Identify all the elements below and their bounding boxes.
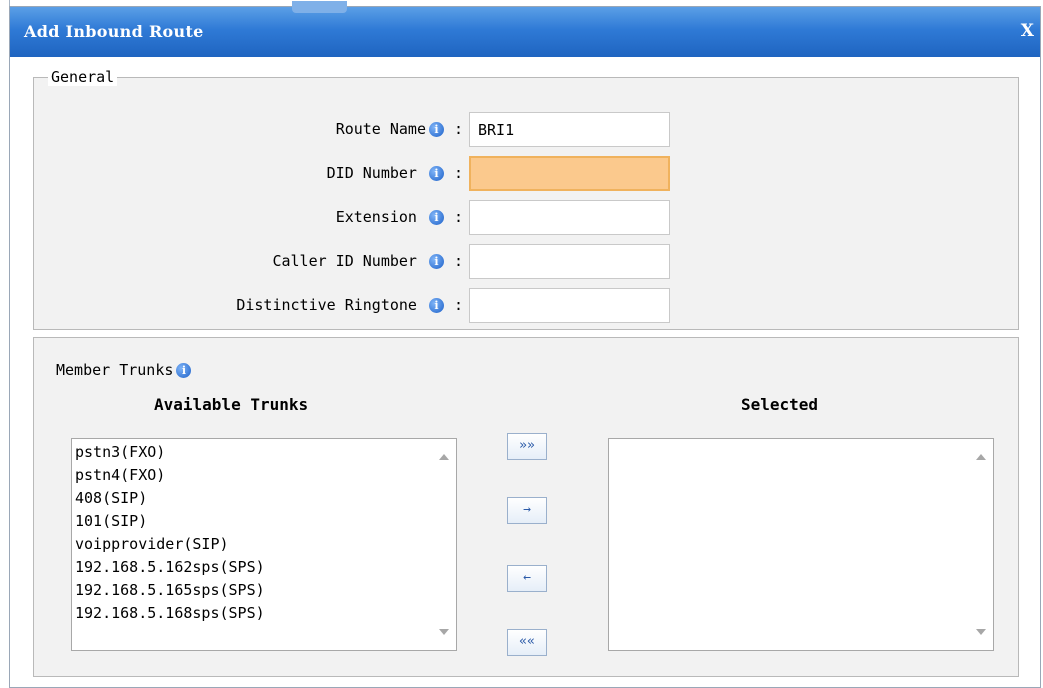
available-trunks-list[interactable]: pstn3(FXO) pstn4(FXO) 408(SIP) 101(SIP) … (71, 438, 457, 651)
scroll-up-arrow-icon[interactable] (439, 454, 449, 460)
list-item[interactable]: pstn4(FXO) (75, 464, 436, 487)
available-trunks-heading: Available Trunks (154, 395, 309, 414)
did-number-label: DID Number (326, 164, 417, 182)
title-tab-decoration (292, 1, 347, 13)
general-section: General Route Namei : DID Number i : Ext… (33, 68, 1019, 330)
colon: : (454, 164, 464, 182)
did-number-info-icon[interactable]: i (429, 166, 444, 181)
distinctive-ringtone-input[interactable] (469, 288, 670, 323)
list-item[interactable]: pstn3(FXO) (75, 441, 436, 464)
remove-one-button[interactable]: ← (507, 565, 547, 592)
add-all-button[interactable]: »» (507, 433, 547, 460)
list-item[interactable]: 192.168.5.165sps(SPS) (75, 579, 436, 602)
member-trunks-section: Member Trunks i Available Trunks Selected… (33, 337, 1019, 677)
selected-heading: Selected (741, 395, 819, 414)
list-item[interactable]: 101(SIP) (75, 510, 436, 533)
scroll-up-arrow-icon[interactable] (976, 454, 986, 460)
did-number-label-group: DID Number i (327, 164, 444, 182)
did-number-input[interactable] (469, 156, 670, 191)
distinctive-ringtone-info-icon[interactable]: i (429, 298, 444, 313)
extension-label: Extension (335, 208, 417, 226)
caller-id-number-row: Caller ID Number i : (34, 242, 1020, 280)
distinctive-ringtone-label: Distinctive Ringtone (236, 296, 417, 314)
list-item[interactable]: voipprovider(SIP) (75, 533, 436, 556)
route-name-label: Route Name (335, 120, 426, 138)
distinctive-ringtone-row: Distinctive Ringtone i : (34, 286, 1020, 324)
member-trunks-label: Member Trunks (56, 361, 174, 379)
colon: : (454, 120, 464, 138)
colon: : (454, 252, 464, 270)
distinctive-ringtone-label-group: Distinctive Ringtone i (236, 296, 444, 314)
list-item[interactable]: 192.168.5.162sps(SPS) (75, 556, 436, 579)
colon: : (454, 208, 464, 226)
did-number-row: DID Number i : (34, 154, 1020, 192)
list-item[interactable]: 192.168.5.168sps(SPS) (75, 602, 436, 625)
route-name-input[interactable] (469, 112, 670, 147)
member-trunks-info-icon[interactable]: i (176, 363, 192, 378)
route-name-label-group: Route Name i (336, 120, 444, 138)
route-name-row: Route Name i : (34, 110, 1020, 148)
caller-id-number-label: Caller ID Number (272, 252, 417, 270)
available-trunks-items: pstn3(FXO) pstn4(FXO) 408(SIP) 101(SIP) … (75, 441, 436, 625)
dialog-title: Add Inbound Route (24, 22, 204, 41)
add-one-button[interactable]: → (507, 497, 547, 524)
member-trunks-label-group: Member Trunks i (56, 361, 192, 379)
route-name-info-icon[interactable]: i (429, 122, 444, 137)
remove-all-button[interactable]: «« (507, 629, 547, 656)
extension-row: Extension i : (34, 198, 1020, 236)
caller-id-number-info-icon[interactable]: i (429, 254, 444, 269)
scroll-down-arrow-icon[interactable] (976, 629, 986, 635)
general-legend: General (48, 68, 118, 86)
scroll-down-arrow-icon[interactable] (439, 629, 449, 635)
extension-label-group: Extension i (336, 208, 444, 226)
colon: : (454, 296, 464, 314)
caller-id-number-input[interactable] (469, 244, 670, 279)
list-item[interactable]: 408(SIP) (75, 487, 436, 510)
selected-trunks-list[interactable] (608, 438, 994, 651)
extension-info-icon[interactable]: i (429, 210, 444, 225)
dialog-titlebar[interactable]: Add Inbound Route X (10, 1, 1040, 57)
caller-id-number-label-group: Caller ID Number i (272, 252, 444, 270)
close-button[interactable]: X (1021, 21, 1034, 41)
extension-input[interactable] (469, 200, 670, 235)
